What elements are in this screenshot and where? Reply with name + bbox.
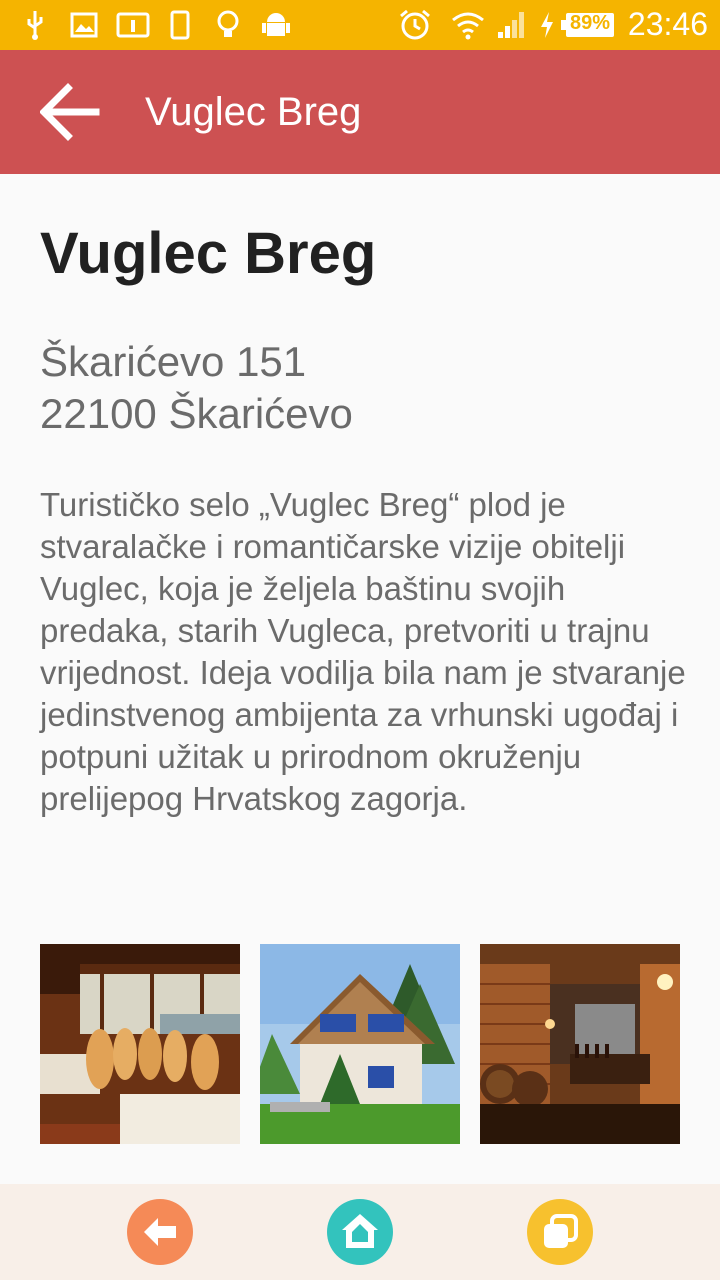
back-arrow-icon [144, 1218, 176, 1246]
app-bar: Vuglec Breg [0, 50, 720, 174]
app-bar-title: Vuglec Breg [145, 90, 362, 134]
pages-icon [544, 1214, 578, 1248]
usb-icon [22, 8, 48, 42]
battery-percent: 89% [570, 12, 611, 34]
charging-icon [538, 8, 556, 42]
image-icon [70, 8, 98, 42]
restaurant-photo[interactable] [40, 944, 240, 1144]
nav-pages-button[interactable] [527, 1199, 593, 1265]
phone-icon [170, 8, 190, 42]
home-icon [342, 1214, 378, 1248]
nav-home-button[interactable] [327, 1199, 393, 1265]
wifi-icon [450, 8, 486, 42]
status-clock: 23:46 [627, 6, 708, 42]
wine-cellar-photo[interactable] [480, 944, 680, 1144]
address-line-1: Škarićevo 151 [40, 338, 307, 385]
house-photo[interactable] [260, 944, 460, 1144]
nav-back-button[interactable] [127, 1199, 193, 1265]
status-bar: 89% 23:46 [0, 0, 720, 50]
bottom-nav [0, 1184, 720, 1280]
info-card-icon [116, 8, 150, 42]
address-line-2: 22100 Škarićevo [40, 390, 353, 437]
page-title: Vuglec Breg [40, 221, 377, 286]
photo-gallery [40, 944, 680, 1144]
address: Škarićevo 151 22100 Škarićevo [40, 336, 353, 440]
lightbulb-icon [216, 8, 240, 42]
description-text: Turističko selo „Vuglec Breg“ plod je st… [40, 486, 686, 817]
alarm-clock-icon [398, 8, 432, 42]
arrow-left-icon [40, 83, 100, 141]
back-button[interactable] [30, 72, 110, 152]
android-icon [260, 8, 292, 42]
signal-icon [496, 8, 528, 42]
